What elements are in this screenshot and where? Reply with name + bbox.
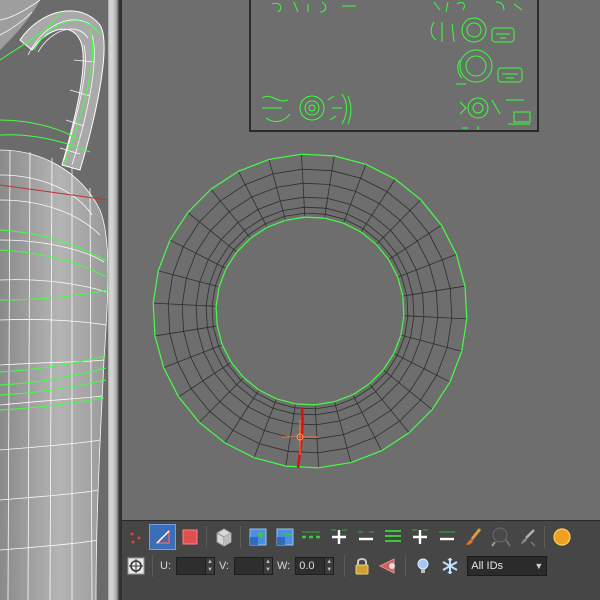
uv-editor-toolbar: U: ▲▼ V: ▲▼ W: ▲▼: [122, 520, 600, 600]
paint-select-button[interactable]: [460, 524, 487, 550]
v-spinner[interactable]: ▲ ▼: [234, 557, 273, 575]
app-window: U: ▲▼ V: ▲▼ W: ▲▼: [0, 0, 600, 600]
lock-selection-button[interactable]: [348, 553, 375, 579]
snowflake-icon: [442, 558, 458, 574]
plus-lines-icon: [384, 530, 401, 542]
material-id-value: All IDs: [471, 560, 504, 572]
vertex-dots-icon: [130, 532, 140, 544]
toolbar-row-selection: [122, 523, 575, 551]
loop-grow-button[interactable]: [379, 524, 406, 550]
red-square-icon: [182, 529, 197, 545]
minus-lines-icon: [438, 531, 455, 541]
perspective-viewport[interactable]: [0, 0, 108, 600]
v-input[interactable]: [234, 557, 264, 575]
snap-grid-icon: [127, 557, 144, 575]
ring-grow-button[interactable]: [325, 524, 352, 550]
show-map-button[interactable]: [409, 553, 436, 579]
loop-minus-button[interactable]: [433, 524, 460, 550]
snap-toggle-button[interactable]: [122, 553, 149, 579]
u-label: U:: [160, 560, 171, 572]
chevron-down-icon: ▼: [534, 561, 544, 571]
uv-editor-viewport[interactable]: [122, 0, 600, 520]
render-button[interactable]: [548, 524, 575, 550]
grow-selection-icon: [249, 528, 266, 546]
plus-icon: [330, 529, 347, 544]
jug-wireframe: [0, 0, 108, 600]
freeze-button[interactable]: [436, 553, 463, 579]
expand-selection-button[interactable]: [244, 524, 271, 550]
loop-icon: [301, 531, 320, 539]
u-input[interactable]: [176, 557, 206, 575]
v-label: V:: [219, 560, 229, 572]
brush-icon: [465, 528, 481, 545]
w-spinner[interactable]: ▲▼: [295, 557, 335, 575]
viewport-splitter[interactable]: [108, 0, 122, 600]
edge-mode-button[interactable]: [149, 524, 176, 550]
shrink-selection-button[interactable]: [271, 524, 298, 550]
filter-arrow-icon: [378, 558, 395, 574]
orange-circle-icon: [552, 528, 571, 546]
paint-small-icon: [520, 529, 535, 547]
w-label: W:: [277, 560, 291, 572]
loop-select-button[interactable]: [298, 524, 325, 550]
uv-canvas[interactable]: [122, 0, 600, 520]
paint-size-down-button[interactable]: [514, 524, 541, 550]
toolbar-row-transform: U: ▲▼ V: ▲▼ W: ▲▼: [122, 552, 548, 580]
edge-icon: [154, 529, 170, 544]
plus-lines-icon: [411, 529, 428, 544]
material-id-select[interactable]: All IDs ▼: [467, 556, 548, 576]
paint-large-icon: [490, 527, 511, 547]
loop-shrink-button[interactable]: [406, 524, 433, 550]
shrink-selection-icon: [276, 528, 293, 546]
cube-icon: [216, 528, 231, 547]
select-element-button[interactable]: [210, 524, 237, 550]
u-spinner[interactable]: ▲ ▼: [176, 557, 215, 575]
vertex-mode-button[interactable]: [122, 524, 149, 550]
u-spin-arrows[interactable]: ▲ ▼: [206, 557, 215, 575]
filter-selected-faces-button[interactable]: [375, 553, 402, 579]
ring-shrink-button[interactable]: [352, 524, 379, 550]
light-bulb-icon: [417, 558, 429, 573]
w-input[interactable]: [295, 557, 326, 575]
paint-size-up-button[interactable]: [487, 524, 514, 550]
polygon-mode-button[interactable]: [176, 524, 203, 550]
uv-layout-box: [249, 0, 539, 132]
w-spin-arrows[interactable]: ▲ ▼: [325, 557, 335, 575]
lock-icon: [355, 558, 369, 575]
minus-icon: [357, 531, 374, 541]
v-spin-arrows[interactable]: ▲ ▼: [264, 557, 273, 575]
